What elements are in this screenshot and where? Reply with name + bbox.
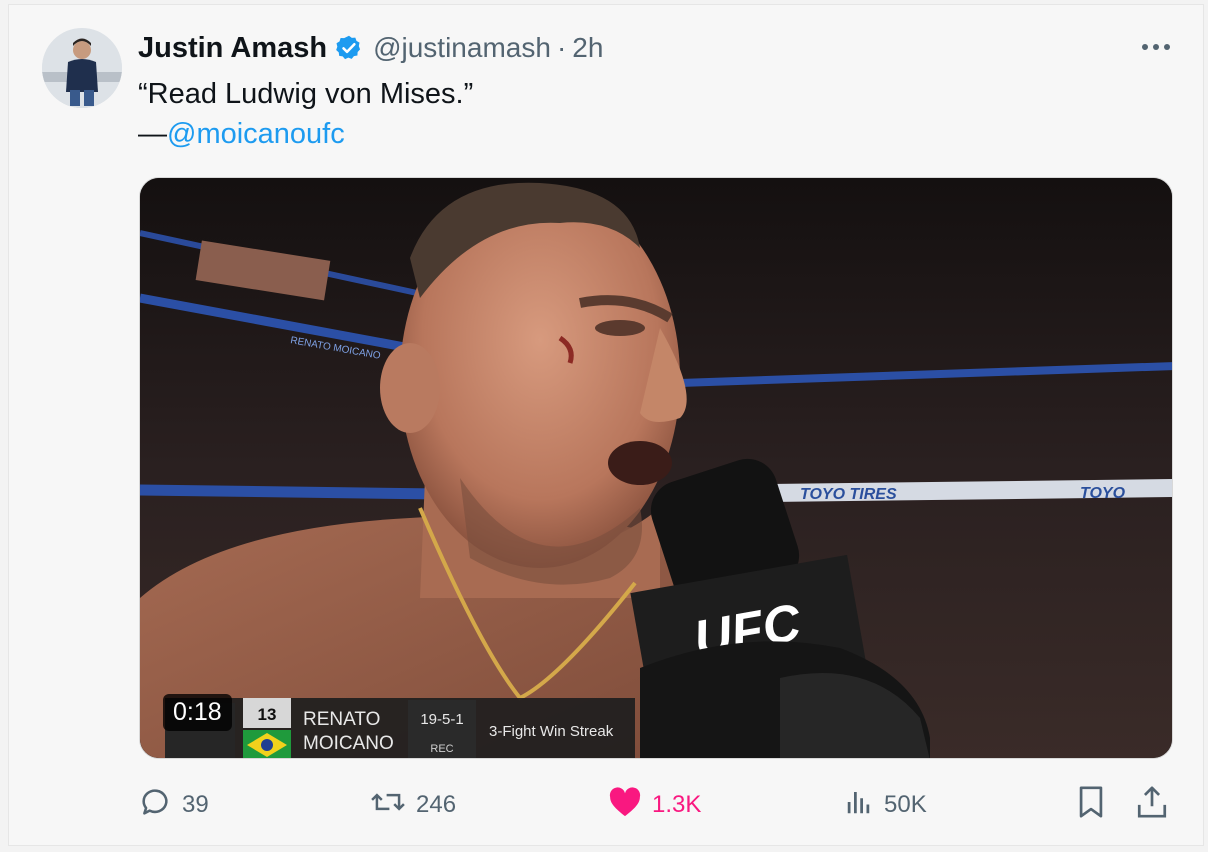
share-button[interactable] xyxy=(1136,783,1168,827)
author-avatar[interactable] xyxy=(42,28,122,108)
win-streak: 3-Fight Win Streak xyxy=(489,723,614,740)
video-frame: RENATO MOICANO TOYO TIRES TOYO UFC 13 RE… xyxy=(140,178,1172,758)
repost-count: 246 xyxy=(416,791,457,818)
tweet-text-line-2: —@moicanoufc xyxy=(138,114,473,154)
like-button[interactable]: 1.3K xyxy=(608,783,701,827)
video-player[interactable]: RENATO MOICANO TOYO TIRES TOYO UFC 13 RE… xyxy=(139,177,1173,759)
separator-dot: · xyxy=(556,32,567,63)
rank-number: 13 xyxy=(258,705,277,724)
share-icon xyxy=(1136,785,1168,826)
views-button[interactable]: 50K xyxy=(844,783,927,827)
repost-button[interactable]: 246 xyxy=(370,783,456,827)
video-duration: 0:18 xyxy=(163,694,232,731)
repost-icon xyxy=(370,785,406,826)
rope-sponsor: TOYO TIRES xyxy=(800,486,897,503)
tweet-header: Justin Amash @justinamash · 2h xyxy=(138,28,603,68)
bookmark-icon xyxy=(1076,785,1106,826)
views-count: 50K xyxy=(884,791,927,818)
author-name[interactable]: Justin Amash xyxy=(138,32,327,65)
like-count: 1.3K xyxy=(652,791,702,818)
em-dash: — xyxy=(138,118,167,150)
tweet-text-line-1: “Read Ludwig von Mises.” xyxy=(138,78,474,110)
heart-icon xyxy=(608,786,642,825)
fighter-last-name: MOICANO xyxy=(303,733,394,754)
tweet-time[interactable]: 2h xyxy=(572,32,603,64)
views-icon xyxy=(844,787,874,824)
bookmark-button[interactable] xyxy=(1076,783,1106,827)
fighter-first-name: RENATO xyxy=(303,709,380,730)
tweet-actions: 39 246 1.3K 50K xyxy=(138,783,1178,827)
fighter-record: 19-5-1 xyxy=(420,711,463,728)
mention-link[interactable]: @moicanoufc xyxy=(167,118,345,150)
rope-sponsor-partial: TOYO xyxy=(1080,485,1126,502)
record-label: REC xyxy=(430,743,453,755)
reply-button[interactable]: 39 xyxy=(138,783,209,827)
more-icon[interactable] xyxy=(1138,32,1174,62)
reply-count: 39 xyxy=(182,791,209,818)
tweet-text: “Read Ludwig von Mises.” —@moicanoufc xyxy=(138,74,473,154)
verified-badge-icon[interactable] xyxy=(335,34,363,62)
author-handle[interactable]: @justinamash xyxy=(373,32,551,64)
reply-icon xyxy=(138,785,172,826)
